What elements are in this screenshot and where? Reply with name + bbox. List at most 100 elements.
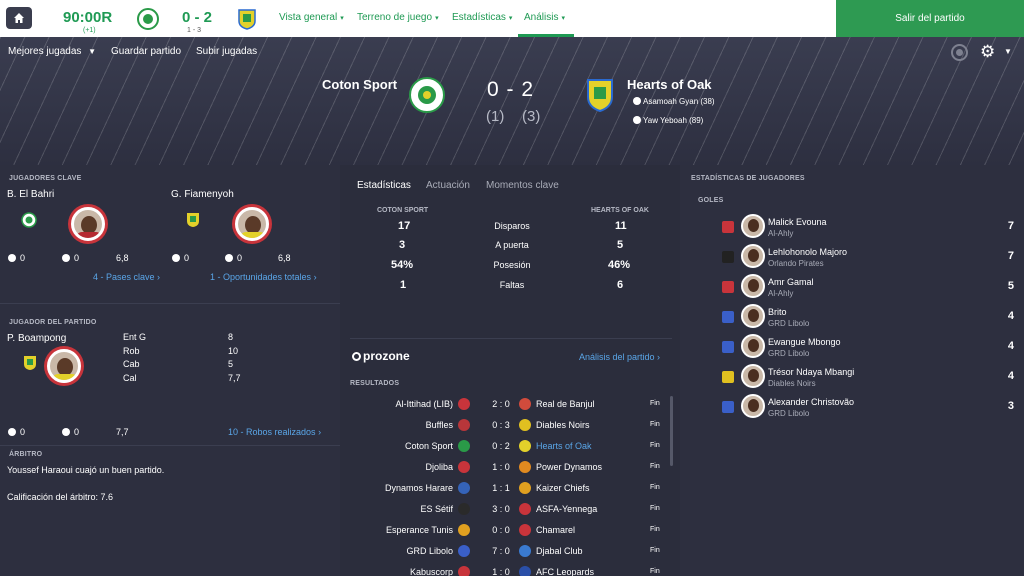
key-player-1-portrait[interactable] [71,207,105,241]
result-home-team[interactable]: Djoliba [425,462,453,472]
player-name[interactable]: Amr Gamal [768,277,814,287]
result-score: 0 : 0 [492,525,510,535]
result-row[interactable]: Al-Ittihad (LIB) 2 : 0 Real de Banjul Fin [340,394,680,415]
away-club-crest [519,566,531,576]
result-away-team[interactable]: Diables Noirs [536,420,590,430]
player-club[interactable]: GRD Libolo [768,349,809,358]
result-row[interactable]: Buffles 0 : 3 Diables Noirs Fin [340,415,680,436]
key-player-1-name[interactable]: B. El Bahri [7,189,54,200]
potm-portrait[interactable] [47,349,81,383]
stat-label: Disparos [494,221,530,231]
result-home-team[interactable]: Buffles [426,420,453,430]
menu-analysis[interactable]: Análisis ▾ [524,12,565,23]
player-portrait[interactable] [741,274,765,298]
result-home-team[interactable]: Dynamos Harare [385,483,453,493]
goals-count: 5 [1007,280,1014,292]
tab-performance[interactable]: Actuación [426,180,470,191]
total-chances-link[interactable]: 1 - Oportunidades totales › [210,272,317,282]
goals-count: 7 [1007,250,1014,262]
scorer-row[interactable]: Lehlohonolo Majoro Orlando Pirates 7 [720,242,1020,272]
player-club[interactable]: Diables Noirs [768,379,816,388]
player-name[interactable]: Malick Evouna [768,217,827,227]
result-home-team[interactable]: Coton Sport [405,441,453,451]
result-away-team[interactable]: AFC Leopards [536,567,594,576]
tackles-link[interactable]: 10 - Robos realizados › [228,427,321,437]
divider [0,445,340,446]
key-player-2-name[interactable]: G. Fiamenyoh [171,189,234,200]
player-name[interactable]: Lehlohonolo Majoro [768,247,847,257]
potm-goals: 0 [8,427,25,437]
result-row[interactable]: Coton Sport 0 : 2 Hearts of Oak Fin [340,436,680,457]
result-row[interactable]: GRD Libolo 7 : 0 Djabal Club Fin [340,541,680,562]
match-analysis-link[interactable]: Análisis del partido › [579,352,660,362]
tab-statistics[interactable]: Estadísticas [357,180,411,191]
menu-pitch[interactable]: Terreno de juego ▾ [357,12,439,23]
prozone-label: prozone [363,349,410,363]
upload-highlights-button[interactable]: Subir jugadas [196,46,257,57]
result-away-team[interactable]: Power Dynamos [536,462,602,472]
home-button[interactable] [6,7,32,29]
result-home-team[interactable]: Esperance Tunis [386,525,453,535]
scorer-row[interactable]: Trésor Ndaya Mbangi Diables Noirs 4 [720,362,1020,392]
scorer-row[interactable]: Malick Evouna Al-Ahly 7 [720,212,1020,242]
player-portrait[interactable] [741,214,765,238]
assist-icon [62,428,70,436]
scorer-2[interactable]: Yaw Yeboah (89) [633,116,703,125]
results-scrollbar[interactable] [670,396,673,466]
key-passes-link[interactable]: 4 - Pases clave › [93,272,160,282]
highlights-dropdown[interactable]: Mejores jugadas ▼ [8,46,96,57]
home-club-crest [458,461,470,473]
player-club[interactable]: GRD Libolo [768,409,809,418]
player-club[interactable]: Al-Ahly [768,289,793,298]
potm-name[interactable]: P. Boampong [7,333,66,344]
scorer-row[interactable]: Ewangue Mbongo GRD Libolo 4 [720,332,1020,362]
home-club-crest [458,503,470,515]
potm-goals-value: 0 [20,427,26,437]
result-row[interactable]: Esperance Tunis 0 : 0 Chamarel Fin [340,520,680,541]
scorer-row[interactable]: Brito GRD Libolo 4 [720,302,1020,332]
chevron-down-icon[interactable]: ▼ [1004,47,1012,56]
result-away-team[interactable]: Djabal Club [536,546,583,556]
save-match-button[interactable]: Guardar partido [111,46,181,57]
result-row[interactable]: Kabuscorp 1 : 0 AFC Leopards Fin [340,562,680,576]
result-row[interactable]: ES Sétif 3 : 0 ASFA-Yennega Fin [340,499,680,520]
key-player-2-portrait[interactable] [235,207,269,241]
result-home-team[interactable]: Al-Ittihad (LIB) [395,399,453,409]
tab-key-moments[interactable]: Momentos clave [486,180,559,191]
result-away-team[interactable]: Kaizer Chiefs [536,483,590,493]
scorer-row[interactable]: Alexander Christovão GRD Libolo 3 [720,392,1020,422]
gear-icon[interactable]: ⚙ [980,42,995,62]
player-portrait[interactable] [741,334,765,358]
menu-overview[interactable]: Vista general ▾ [279,12,344,23]
player-club[interactable]: GRD Libolo [768,319,809,328]
player-portrait[interactable] [741,244,765,268]
leave-match-button[interactable]: Salir del partido [836,0,1024,37]
player-name[interactable]: Brito [768,307,787,317]
result-away-team[interactable]: Real de Banjul [536,399,595,409]
player-club[interactable]: Orlando Pirates [768,259,824,268]
result-row[interactable]: Dynamos Harare 1 : 1 Kaizer Chiefs Fin [340,478,680,499]
player-portrait[interactable] [741,364,765,388]
result-row[interactable]: Djoliba 1 : 0 Power Dynamos Fin [340,457,680,478]
menu-stats[interactable]: Estadísticas ▾ [452,12,512,23]
scorer-row[interactable]: Amr Gamal Al-Ahly 5 [720,272,1020,302]
result-home-team[interactable]: Kabuscorp [410,567,453,576]
player-name[interactable]: Alexander Christovão [768,397,854,407]
away-team-name[interactable]: Hearts of Oak [627,77,712,92]
record-icon[interactable] [951,44,968,61]
key-player-2-assists: 0 [225,253,242,263]
scorer-1[interactable]: Asamoah Gyan (38) [633,97,715,106]
player-name[interactable]: Trésor Ndaya Mbangi [768,367,854,377]
result-away-team[interactable]: Hearts of Oak [536,441,592,451]
result-away-team[interactable]: Chamarel [536,525,575,535]
potm-stat-value: 10 [228,346,239,356]
player-portrait[interactable] [741,304,765,328]
result-home-team[interactable]: ES Sétif [420,504,453,514]
player-name[interactable]: Ewangue Mbongo [768,337,841,347]
result-home-team[interactable]: GRD Libolo [406,546,453,556]
result-away-team[interactable]: ASFA-Yennega [536,504,597,514]
player-club[interactable]: Al-Ahly [768,229,793,238]
player-portrait[interactable] [741,394,765,418]
home-team-name[interactable]: Coton Sport [322,77,397,92]
key-player-1-assists-value: 0 [74,253,80,263]
